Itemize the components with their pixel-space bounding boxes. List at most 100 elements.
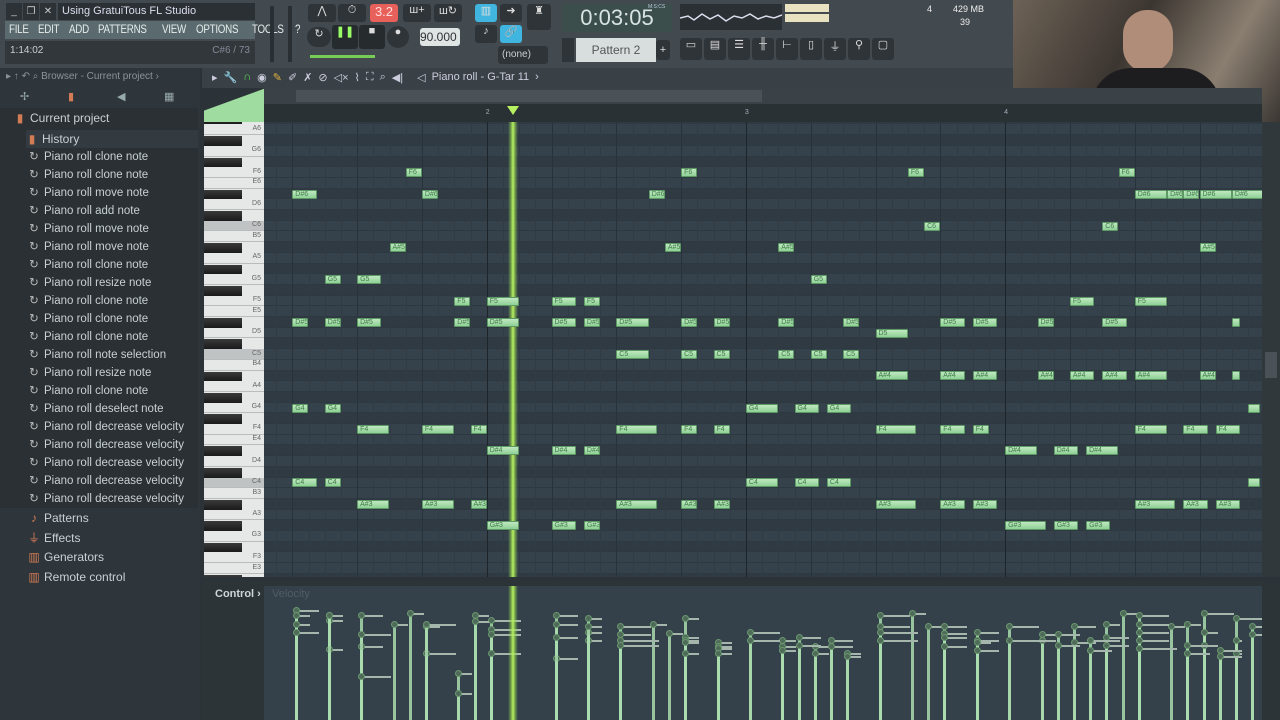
menu-item[interactable]: FILE (9, 24, 29, 36)
plugin-icon[interactable]: ⏚ (824, 38, 846, 60)
velocity-bar[interactable] (878, 639, 882, 720)
play-event-icon[interactable]: ◉ (257, 71, 267, 84)
velocity-handle[interactable] (1135, 620, 1143, 628)
note[interactable]: C4 (324, 478, 341, 488)
velocity-handle[interactable] (1249, 623, 1257, 631)
menu-item[interactable]: VIEW (162, 24, 186, 36)
velocity-handle[interactable] (552, 633, 560, 641)
velocity-bar[interactable] (1234, 653, 1238, 720)
velocity-handle[interactable] (487, 631, 495, 639)
velocity-handle[interactable] (617, 641, 625, 649)
note[interactable]: F5 (1134, 296, 1168, 306)
velocity-bar[interactable] (910, 612, 914, 720)
velocity-bar[interactable] (748, 639, 752, 720)
note[interactable]: G#3 (551, 521, 576, 531)
window-icon[interactable]: ▢ (872, 38, 894, 60)
note[interactable]: D#5 (972, 317, 997, 327)
velocity-bar[interactable] (1170, 626, 1174, 720)
menu-item[interactable]: ADD (69, 24, 89, 36)
history-item[interactable]: ↻ Piano roll decrease velocity (28, 418, 226, 436)
note[interactable]: D#4 (1086, 446, 1119, 456)
history-item[interactable]: ↻ Piano roll clone note (28, 328, 226, 346)
note[interactable]: F6 (1118, 168, 1135, 178)
velocity-bar[interactable] (327, 615, 331, 720)
velocity-handle[interactable] (1103, 641, 1111, 649)
velocity-bar[interactable] (1105, 644, 1109, 720)
history-item[interactable]: ↻ Piano roll decrease velocity (28, 490, 226, 508)
horizontal-scrollbar[interactable] (264, 88, 1262, 104)
note[interactable]: D#6 (1167, 189, 1184, 199)
note[interactable]: A#3 (357, 499, 390, 509)
velocity-handle[interactable] (1168, 623, 1176, 631)
note[interactable]: F5 (583, 296, 601, 306)
velocity-handle[interactable] (422, 620, 430, 628)
velocity-handle[interactable] (665, 629, 673, 637)
history-item[interactable]: ↻ Piano roll deselect note (28, 400, 226, 418)
velocity-bar[interactable] (489, 653, 493, 720)
note[interactable]: D#6 (1199, 189, 1232, 199)
velocity-handle[interactable] (1249, 631, 1257, 639)
black-key[interactable] (204, 339, 242, 350)
note[interactable]: D#4 (551, 446, 576, 456)
note[interactable]: G5 (324, 275, 341, 285)
magnet-icon[interactable]: ∩ (243, 71, 251, 84)
note[interactable]: D#5 (486, 317, 520, 327)
note[interactable]: G4 (324, 403, 341, 413)
velocity-handle[interactable] (1200, 628, 1208, 636)
note[interactable]: C4 (745, 478, 779, 488)
delete-icon[interactable]: ✗ (303, 71, 312, 84)
velocity-bar[interactable] (813, 653, 817, 720)
velocity-handle[interactable] (811, 650, 819, 657)
note[interactable]: A#3 (470, 499, 487, 509)
note[interactable]: F4 (1215, 424, 1240, 434)
wrench-icon[interactable]: 🔧 (224, 71, 238, 84)
title-arrow-icon[interactable]: › (535, 71, 539, 84)
note[interactable]: C6 (924, 221, 941, 231)
velocity-handle[interactable] (941, 633, 949, 641)
note[interactable]: C4 (826, 478, 852, 488)
velocity-handle[interactable] (1119, 609, 1127, 617)
note[interactable] (1231, 371, 1240, 381)
velocity-handle[interactable] (487, 616, 495, 624)
black-key[interactable] (204, 542, 242, 553)
history-item[interactable]: ↻ Piano roll move note (28, 220, 226, 238)
note[interactable]: D#5 (454, 317, 471, 327)
note[interactable]: D#5 (713, 317, 730, 327)
loop-icon[interactable]: ↻ (307, 27, 331, 47)
playback-icon[interactable]: ◀| (392, 71, 403, 84)
note[interactable]: A#3 (875, 499, 916, 509)
note[interactable]: F5 (486, 296, 520, 306)
velocity-bar[interactable] (392, 623, 396, 720)
restore-button[interactable]: ❐ (23, 3, 39, 20)
close-button[interactable]: ✕ (40, 3, 56, 20)
velocity-handle[interactable] (925, 623, 933, 631)
history-item[interactable]: ↻ Piano roll clone note (28, 148, 226, 166)
note[interactable]: A#3 (940, 499, 965, 509)
velocity-handle[interactable] (1135, 636, 1143, 644)
touch-controller-icon[interactable]: ⚲ (848, 38, 870, 60)
velocity-handle[interactable] (1184, 641, 1192, 649)
note[interactable]: D#5 (681, 317, 698, 327)
note[interactable]: D#5 (778, 317, 795, 327)
master-pitch-slider[interactable] (288, 6, 292, 62)
velocity-bar[interactable] (360, 675, 364, 720)
note[interactable]: D#4 (486, 446, 520, 456)
note[interactable]: A#5 (389, 243, 406, 252)
note[interactable]: A#5 (778, 243, 795, 252)
note[interactable]: F4 (616, 424, 657, 434)
velocity-handle[interactable] (795, 633, 803, 641)
black-key[interactable] (204, 414, 242, 425)
velocity-handle[interactable] (1232, 636, 1240, 644)
note[interactable]: D#6 (1183, 189, 1200, 199)
velocity-handle[interactable] (552, 620, 560, 628)
note[interactable]: C4 (292, 478, 317, 488)
note[interactable]: A#4 (875, 371, 908, 381)
history-item[interactable]: ↻ Piano roll clone note (28, 256, 226, 274)
note-grid[interactable]: F6 D#6 D#6 A#5 G5 G5 F5 F5 F5 F5 D#5 D#5 D#5 D#5 D#5 D#… (264, 122, 1262, 577)
velocity-handle[interactable] (908, 609, 916, 617)
browser-all-icon[interactable]: ✢ (20, 90, 29, 103)
note[interactable]: A#5 (664, 243, 682, 252)
velocity-handle[interactable] (844, 652, 852, 660)
note[interactable]: G#3 (1005, 521, 1046, 531)
velocity-handle[interactable] (795, 641, 803, 649)
